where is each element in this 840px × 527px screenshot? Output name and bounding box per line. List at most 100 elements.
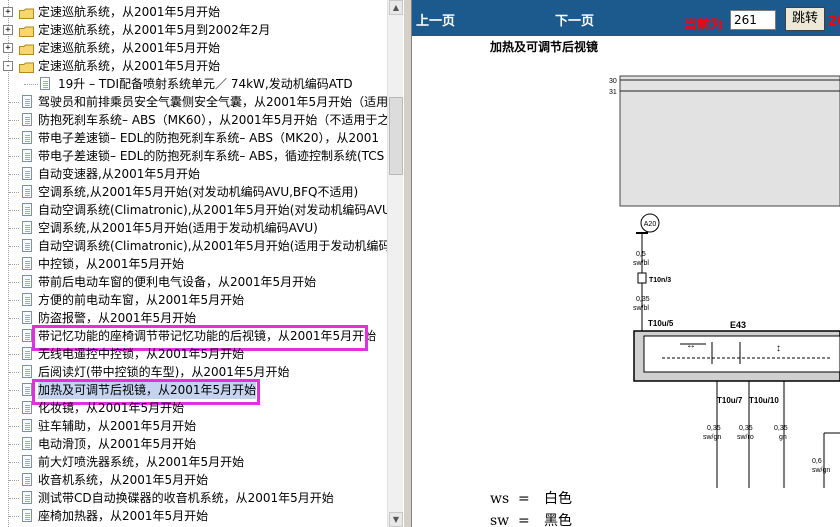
tree-item-label: 无线电遥控中控锁，从2001年5月开始 [38,347,245,361]
switch-inner [643,335,840,373]
tree-item[interactable]: 自动变速器,从2001年5月开始 [0,165,387,183]
pane-splitter[interactable] [403,0,412,527]
tree-item-label: 驻车辅助，从2001年5月开始 [38,419,197,433]
tree-item[interactable]: 自动空调系统(Climatronic),从2001年5月开始(对发动机编码AVU [0,201,387,219]
tree-item[interactable]: 座椅加热器，从2001年5月开始 [0,507,387,525]
tree-branch-line [9,390,19,391]
document-icon [22,113,32,126]
tree-item-label: 自动变速器,从2001年5月开始 [38,167,200,181]
tree-item-label: 19升 – TDI配备喷射系统单元／ 74kW,发动机编码ATD [58,77,353,91]
document-icon [22,419,32,432]
document-icon [22,131,32,144]
page-number-input[interactable] [730,10,776,30]
document-icon [22,95,32,108]
tree-item[interactable]: 空调系统,从2001年5月开始(适用于发动机编码AVU) [0,219,387,237]
expand-icon[interactable]: + [3,7,13,17]
legend-eq: = [518,513,530,527]
tree-branch-line [9,318,19,319]
bus-label-31: 31 [609,89,617,96]
jump-button[interactable]: 跳转 [785,7,825,31]
tree-item[interactable]: 化妆镜，从2001年5月开始 [0,399,387,417]
document-icon [22,473,32,486]
tree-branch-line [9,282,19,283]
tree-branch-line [9,372,19,373]
tree-item[interactable]: 方便的前电动车窗，从2001年5月开始 [0,291,387,309]
scroll-thumb[interactable] [389,97,403,175]
wire7-color: sw/gn [812,467,830,474]
wire2-color: sw/bl [633,305,649,312]
tree-branch-line [9,264,19,265]
tree-item[interactable]: 电动滑顶，从2001年5月开始 [0,435,387,453]
tree-item[interactable]: 无线电遥控中控锁，从2001年5月开始 [0,345,387,363]
tree-branch-line [9,192,19,193]
document-icon [22,491,32,504]
tree-item[interactable]: + 定速巡航系统，从2001年5月开始 [0,3,387,21]
wire5-size: 0,35 [774,425,788,432]
document-icon [22,257,32,270]
wire2-size: 0,35 [636,296,650,303]
legend-meaning: 黑色 [544,513,572,527]
tree-branch-line [9,102,19,103]
page-toolbar: 上一页 下一页 当前为 跳转 26 [412,0,840,36]
tree-item-label: 空调系统,从2001年5月开始(对发动机编码AVU,BFQ不适用) [38,185,359,199]
tree-branch-line [9,120,19,121]
tree-item-label: 收音机系统，从2001年5月开始 [38,473,209,487]
tree-item[interactable]: + 定速巡航系统，从2001年5月开始 [0,39,387,57]
document-icon [22,365,32,378]
connector2-label: T10u/5 [648,319,674,328]
tree-item-label: 驾驶员和前排乘员安全气囊侧安全气囊，从2001年5月开始（适用 [38,95,387,109]
tree-item[interactable]: 测试带CD自动换碟器的收音机系统，从2001年5月开始 [0,489,387,507]
tree-branch-line [9,408,19,409]
tree-item-label: 空调系统,从2001年5月开始(适用于发动机编码AVU) [38,221,318,235]
document-icon [22,329,32,342]
prev-page-link[interactable]: 上一页 [416,10,455,29]
tree-branch-line [9,354,19,355]
tree-item-label: 自动空调系统(Climatronic),从2001年5月开始(适用于发动机编码 [38,239,387,253]
tree-item[interactable]: 空调系统,从2001年5月开始(对发动机编码AVU,BFQ不适用) [0,183,387,201]
tree-item-label: 定速巡航系统，从2001年5月开始 [38,41,221,55]
tree-item-label: 中控锁，从2001年5月开始 [38,257,185,271]
tree-item[interactable]: 19升 – TDI配备喷射系统单元／ 74kW,发动机编码ATD [0,75,387,93]
legend-row-sw: sw = 黑色 [490,510,572,527]
document-pane: 上一页 下一页 当前为 跳转 26 加热及可调节后视镜 30 31 A20 0,… [412,0,840,527]
tree-item[interactable]: 带前后电动车窗的便利电气设备，从2001年5月开始 [0,273,387,291]
bus-label-30: 30 [609,78,617,85]
document-title: 加热及可调节后视镜 [490,40,599,54]
tree-branch-line [9,156,19,157]
expand-icon[interactable]: + [3,43,13,53]
tree-item[interactable]: 前大灯喷洗器系统，从2001年5月开始 [0,453,387,471]
document-icon [22,347,32,360]
tree-item[interactable]: 驾驶员和前排乘员安全气囊侧安全气囊，从2001年5月开始（适用 [0,93,387,111]
document-icon [22,509,32,522]
tree-item[interactable]: 防抱死刹车系统– ABS（MK60），从2001年5月开始（不适用于之 [0,111,387,129]
legend-meaning: 白色 [544,491,572,507]
tree-branch-line [9,426,19,427]
tree-item[interactable]: 带电子差速锁– EDL的防抱死刹车系统– ABS，循迹控制系统(TCS [0,147,387,165]
tree-item[interactable]: 带电子差速锁– EDL的防抱死刹车系统– ABS（MK20），从2001 [0,129,387,147]
tree-branch-line [9,228,19,229]
wire5-color: gn [779,434,787,441]
tree-item-label: 测试带CD自动换碟器的收音机系统，从2001年5月开始 [38,491,334,505]
tree-branch-line [9,444,19,445]
expand-icon[interactable]: + [3,25,13,35]
tree-item[interactable]: 中控锁，从2001年5月开始 [0,255,387,273]
tree-item-label: 方便的前电动车窗，从2001年5月开始 [38,293,245,307]
tree-view[interactable]: + 定速巡航系统，从2001年5月开始 + 定速巡航系统，从2001年5月到2002年… [0,0,387,527]
tree-item[interactable]: 自动空调系统(Climatronic),从2001年5月开始(适用于发动机编码 [0,237,387,255]
tree-item[interactable]: + 定速巡航系统，从2001年5月到2002年2月 [0,21,387,39]
scroll-down-arrow-icon[interactable]: ▼ [389,512,403,527]
tree-branch-line [9,138,19,139]
next-page-link[interactable]: 下一页 [555,10,594,29]
document-icon [22,401,32,414]
tree-item[interactable]: 驻车辅助，从2001年5月开始 [0,417,387,435]
document-icon [22,437,32,450]
tree-branch-line [9,480,19,481]
tree-scrollbar[interactable]: ▲ ▼ [387,0,403,527]
tree-item[interactable]: - 定速巡航系统，从2001年5月开始 [0,57,387,75]
tree-item[interactable]: 收音机系统，从2001年5月开始 [0,471,387,489]
scroll-up-arrow-icon[interactable]: ▲ [389,0,403,15]
tree-item-label: 化妆镜，从2001年5月开始 [38,401,185,415]
document-icon [22,239,32,252]
collapse-icon[interactable]: - [3,61,13,71]
wire4-color: sw/ro [737,434,754,441]
